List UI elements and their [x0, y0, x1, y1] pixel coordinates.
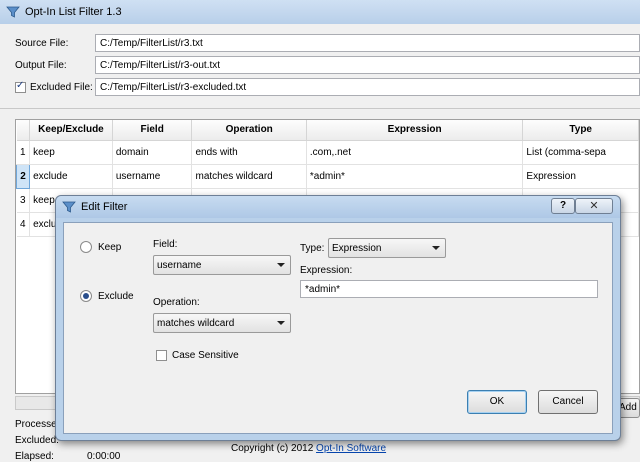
row-number: 2 [16, 163, 31, 189]
close-button[interactable]: ✕ [575, 198, 613, 214]
status-excluded: Excluded: [15, 435, 59, 446]
excluded-file-row: Excluded File: C:/Temp/FilterList/r3-exc… [0, 78, 640, 98]
expression-input[interactable]: *admin* [300, 280, 598, 298]
field-dropdown[interactable]: username [153, 255, 291, 275]
row-number: 3 [16, 188, 31, 213]
case-sensitive-checkbox[interactable] [156, 350, 167, 361]
divider [0, 108, 640, 109]
operation-dropdown[interactable]: matches wildcard [153, 313, 291, 333]
cancel-button[interactable]: Cancel [538, 390, 598, 414]
company-link[interactable]: Opt-In Software [316, 443, 386, 454]
field-label: Field: [153, 239, 178, 250]
exclude-radio[interactable] [80, 290, 92, 302]
excluded-file-label: Excluded File: [30, 82, 93, 93]
case-sensitive-row[interactable]: Case Sensitive [156, 350, 239, 361]
output-file-row: Output File: C:/Temp/FilterList/r3-out.t… [0, 56, 640, 76]
output-file-label: Output File: [15, 60, 67, 71]
keep-radio-row[interactable]: Keep [80, 241, 121, 253]
field-dropdown-value: username [157, 260, 202, 271]
excluded-file-field[interactable]: C:/Temp/FilterList/r3-excluded.txt [95, 78, 640, 96]
dialog-titlebar: Edit Filter [56, 196, 620, 218]
case-sensitive-label: Case Sensitive [172, 350, 239, 361]
app-title: Opt-In List Filter 1.3 [25, 6, 122, 18]
copyright: Copyright (c) 2012 Opt-In Software [231, 443, 386, 454]
row-number: 1 [16, 140, 31, 165]
funnel-icon [6, 6, 20, 18]
source-file-field[interactable]: C:/Temp/FilterList/r3.txt [95, 34, 640, 52]
cell-operation[interactable]: matches wildcard [191, 164, 307, 189]
row-number: 4 [16, 212, 31, 237]
operation-dropdown-value: matches wildcard [157, 318, 235, 329]
excluded-file-label-wrap: Excluded File: [15, 80, 93, 93]
dialog-body: Keep Exclude Field: username Operation: … [63, 222, 613, 434]
main-titlebar: Opt-In List Filter 1.3 [0, 0, 640, 24]
source-file-row: Source File: C:/Temp/FilterList/r3.txt [0, 34, 640, 54]
column-header-operation[interactable]: Operation [191, 120, 307, 141]
cell-keep[interactable]: keep [29, 140, 113, 165]
cell-expression[interactable]: .com,.net [306, 140, 524, 165]
column-header-field[interactable]: Field [112, 120, 193, 141]
cell-operation[interactable]: ends with [191, 140, 307, 165]
help-button[interactable]: ? [551, 198, 575, 214]
column-header-type[interactable]: Type [522, 120, 639, 141]
cell-field[interactable]: domain [112, 140, 193, 165]
exclude-radio-row[interactable]: Exclude [80, 290, 134, 302]
chevron-down-icon [277, 321, 285, 325]
output-file-field[interactable]: C:/Temp/FilterList/r3-out.txt [95, 56, 640, 74]
exclude-radio-label: Exclude [98, 290, 134, 302]
row-number-header [16, 120, 31, 141]
operation-label: Operation: [153, 297, 200, 308]
edit-filter-dialog: Edit Filter ? ✕ Keep Exclude Field: user… [55, 195, 621, 441]
cell-field[interactable]: username [112, 164, 193, 189]
cell-keep[interactable]: exclude [29, 164, 113, 189]
excluded-label: Excluded: [15, 435, 59, 446]
cell-expression[interactable]: *admin* [306, 164, 524, 189]
keep-radio[interactable] [80, 241, 92, 253]
cell-type[interactable]: Expression [522, 164, 639, 189]
expression-label: Expression: [300, 265, 353, 276]
column-header-expression[interactable]: Expression [306, 120, 524, 141]
copyright-text: Copyright (c) 2012 [231, 443, 314, 454]
cell-type[interactable]: List (comma-sepa [522, 140, 639, 165]
chevron-down-icon [432, 246, 440, 250]
table-row[interactable]: 2 exclude username matches wildcard *adm… [16, 163, 639, 189]
funnel-icon [62, 201, 76, 213]
dialog-title: Edit Filter [81, 201, 128, 213]
chevron-down-icon [277, 263, 285, 267]
elapsed-value: 0:00:00 [87, 451, 121, 462]
excluded-file-checkbox[interactable] [15, 80, 26, 93]
table-row[interactable]: 1 keep domain ends with .com,.net List (… [16, 140, 639, 165]
table-header-row: Keep/Exclude Field Operation Expression … [16, 120, 639, 141]
ok-button[interactable]: OK [467, 390, 527, 414]
keep-radio-label: Keep [98, 241, 122, 253]
source-file-label: Source File: [15, 38, 69, 49]
elapsed-label: Elapsed: [15, 451, 54, 462]
type-dropdown[interactable]: Expression [328, 238, 446, 258]
status-elapsed: Elapsed: 0:00:00 [15, 451, 120, 462]
type-dropdown-value: Expression [332, 243, 382, 254]
column-header-keep[interactable]: Keep/Exclude [29, 120, 113, 141]
type-label: Type: [300, 243, 325, 254]
